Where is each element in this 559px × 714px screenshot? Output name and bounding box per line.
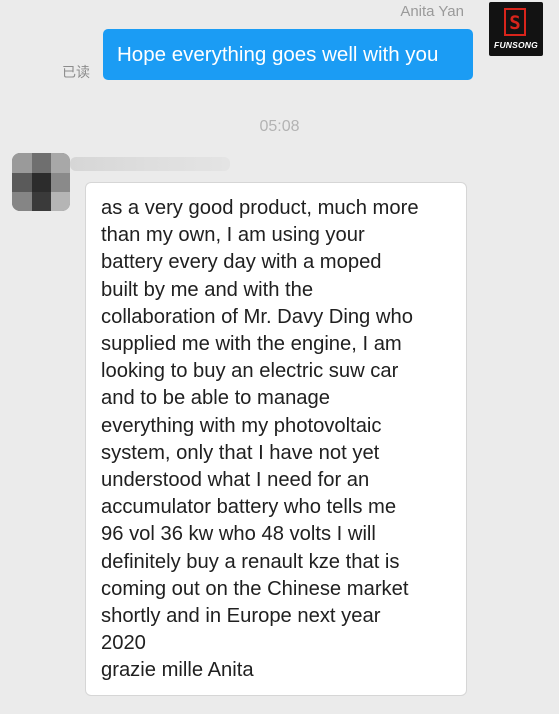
funsong-logo-icon: S bbox=[504, 8, 526, 36]
message-line: accumulator battery who tells me bbox=[101, 496, 397, 519]
funsong-avatar[interactable]: S FUNSONG bbox=[489, 2, 543, 56]
read-receipt: 已读 bbox=[62, 64, 90, 80]
contact-name-blurred bbox=[70, 157, 230, 171]
incoming-message-bubble[interactable]: as a very good product, much more than m… bbox=[85, 182, 467, 696]
message-line: supplied me with the engine, I am bbox=[101, 333, 402, 356]
message-line: grazie mille Anita bbox=[101, 659, 254, 682]
message-line: collaboration of Mr. Davy Ding who bbox=[101, 305, 413, 328]
outgoing-message-bubble[interactable]: Hope everything goes well with you bbox=[103, 29, 473, 80]
message-timestamp: 05:08 bbox=[259, 118, 300, 135]
message-line: than my own, I am using your bbox=[101, 224, 365, 247]
message-line: built by me and with the bbox=[101, 278, 314, 301]
message-line: everything with my photovoltaic bbox=[101, 414, 382, 437]
sender-name: Anita Yan bbox=[400, 3, 464, 20]
message-line: and to be able to manage bbox=[101, 387, 330, 410]
message-line: 96 vol 36 kw who 48 volts I will bbox=[101, 523, 376, 546]
message-line: looking to buy an electric suw car bbox=[101, 360, 399, 383]
message-line: 2020 bbox=[101, 632, 146, 655]
message-line: battery every day with a moped bbox=[101, 251, 382, 274]
avatar-brand-text: FUNSONG bbox=[494, 40, 538, 50]
message-line: coming out on the Chinese market bbox=[101, 577, 409, 600]
message-line: understood what I need for an bbox=[101, 469, 370, 492]
message-line: as a very good product, much more bbox=[101, 197, 419, 219]
message-line: system, only that I have not yet bbox=[101, 441, 380, 464]
message-line: shortly and in Europe next year bbox=[101, 605, 381, 628]
message-line: definitely buy a renault kze that is bbox=[101, 550, 400, 573]
contact-avatar[interactable] bbox=[12, 153, 70, 211]
